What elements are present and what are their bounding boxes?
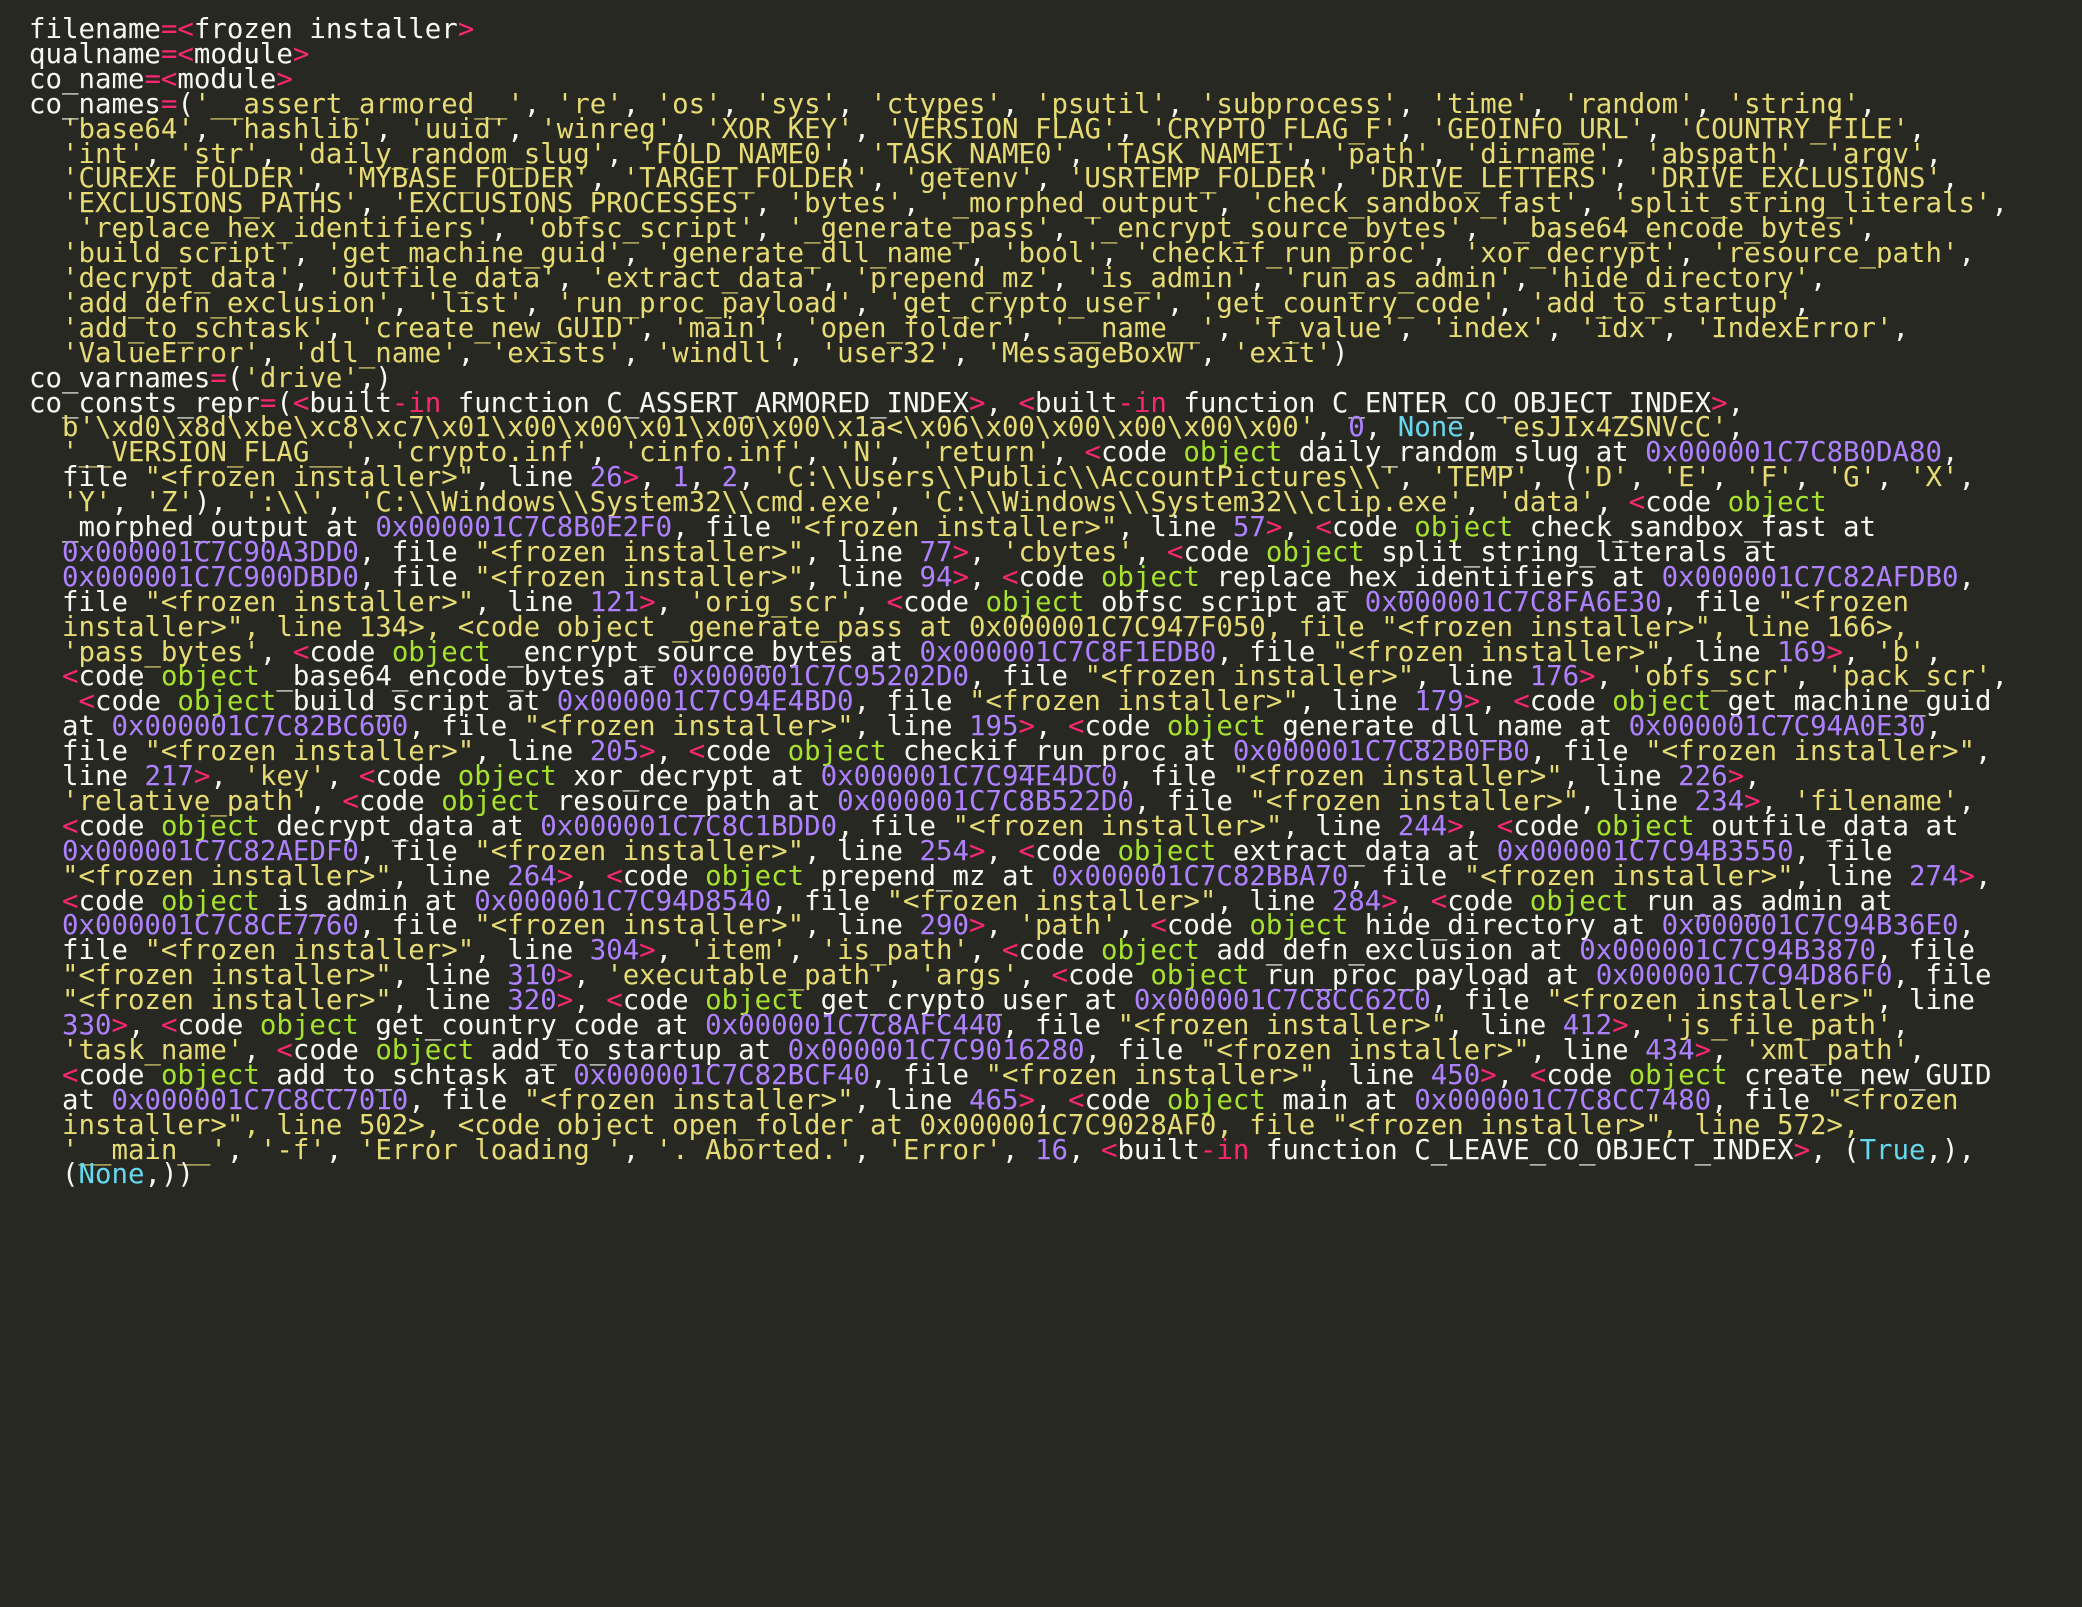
code-token: 274 (1909, 860, 1959, 892)
code-token: ) (1331, 337, 1349, 369)
code-token: , (622, 337, 656, 369)
code-token: , (1958, 785, 1975, 817)
code-token: , (853, 1134, 887, 1166)
code-token: -in (1199, 1134, 1250, 1166)
code-token: , (1991, 661, 2008, 693)
code-token: , (622, 1134, 656, 1166)
code-token: , (457, 337, 491, 369)
code-token: , (1991, 188, 2008, 220)
code-token: , (325, 1134, 359, 1166)
code-token: , (952, 337, 986, 369)
code-token: 'exists' (490, 337, 623, 369)
code-token: , (1199, 337, 1233, 369)
code-token: , (1810, 263, 1827, 294)
code-token: '. Aborted.' (655, 1134, 854, 1166)
code-token: , (787, 337, 821, 369)
code-token: , (1546, 312, 1580, 344)
code-token: 'Error loading ' (358, 1134, 623, 1166)
code-token: 'windll' (655, 337, 788, 369)
code-token: True (1859, 1134, 1926, 1166)
code-token: 16 (1034, 1134, 1068, 1166)
code-token: < (1100, 1134, 1118, 1166)
code-token: ,), (1925, 1134, 1976, 1166)
code-token: 'MessageBoxW' (985, 337, 1200, 369)
code-token: > (1958, 860, 1975, 892)
code-token: 'exit' (1232, 337, 1332, 369)
code-token: 'Error' (886, 1134, 1002, 1166)
code-line: '__main__', '-f', 'Error loading ', '. A… (29, 1134, 1975, 1167)
code-token: , (1001, 1134, 1035, 1166)
code-view: filename=<frozen installer> qualname=<mod… (0, 0, 2082, 1607)
code-token: 'IndexError' (1694, 312, 1893, 344)
code-token: , (1958, 462, 1976, 494)
code-token: function C_LEAVE_CO_OBJECT_INDEX (1249, 1134, 1794, 1166)
code-token: , (1397, 312, 1431, 344)
code-token: > (292, 38, 310, 70)
code-token: built (1117, 1134, 1200, 1166)
code-token: None (78, 1159, 145, 1191)
code-token: , (1067, 1134, 1101, 1166)
code-token: , (1876, 462, 1910, 494)
code-token: , (1892, 312, 1910, 344)
code-token: , (1974, 860, 1992, 892)
code-token: ( (61, 1159, 79, 1191)
code-token: 'idx' (1579, 312, 1662, 344)
code-line: (None,)) (29, 1158, 194, 1191)
code-token: , (226, 1134, 260, 1166)
code-token: 'user32' (820, 337, 953, 369)
code-token: , (1958, 561, 1975, 593)
code-token: > (1793, 1134, 1811, 1166)
code-token: '-f' (259, 1134, 326, 1166)
code-token: , (1661, 312, 1695, 344)
code-token: , ( (1810, 1134, 1860, 1166)
code-token: 'X' (1909, 462, 1959, 494)
code-token: , (1958, 238, 1975, 270)
code-token: > (457, 14, 475, 45)
code-token: 'G' (1826, 462, 1877, 494)
code-token: 'index' (1430, 312, 1547, 344)
code-token: ,)) (144, 1159, 194, 1191)
code-token: , (1974, 736, 1992, 768)
